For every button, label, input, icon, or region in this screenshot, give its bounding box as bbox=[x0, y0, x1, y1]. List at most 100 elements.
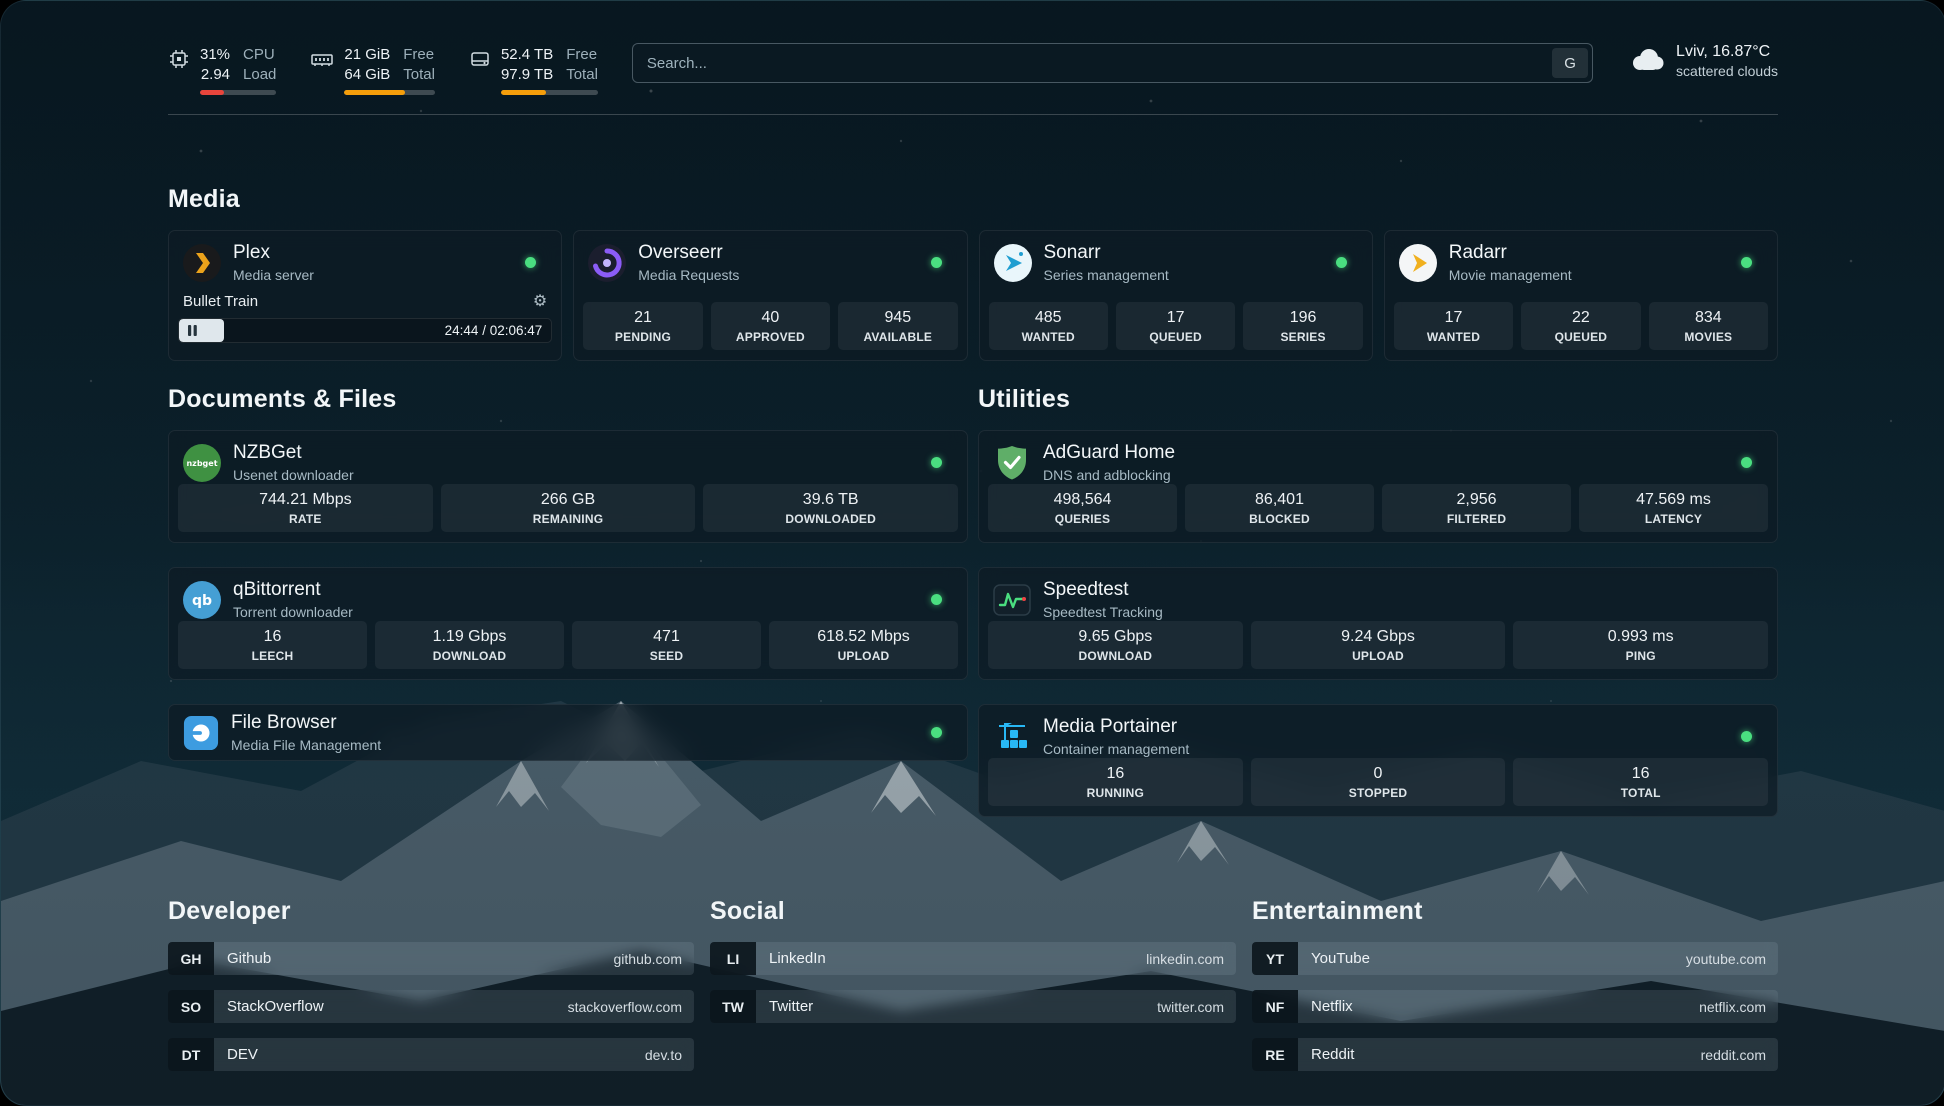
status-dot-nzbget bbox=[931, 457, 942, 468]
card-filebrowser[interactable]: File Browser Media File Management bbox=[168, 704, 968, 761]
card-plex[interactable]: Plex Media server Bullet Train ⚙ bbox=[168, 230, 562, 361]
app-name-sonarr: Sonarr bbox=[1044, 242, 1169, 264]
card-speedtest[interactable]: Speedtest Speedtest Tracking 9.65 Gbps D… bbox=[978, 567, 1778, 680]
section-title-developer: Developer bbox=[168, 897, 694, 926]
disk-total: 97.9 TB bbox=[501, 65, 553, 85]
card-adguard[interactable]: AdGuard Home DNS and adblocking 498,564 … bbox=[978, 430, 1778, 543]
memory-total: 64 GiB bbox=[344, 65, 390, 85]
svg-text:nzbget: nzbget bbox=[186, 459, 217, 468]
overseerr-icon bbox=[587, 243, 627, 283]
bookmark-netflix[interactable]: NF Netflix netflix.com bbox=[1252, 990, 1778, 1023]
cpu-usage-bar bbox=[200, 90, 276, 95]
stat-latency: 47.569 ms LATENCY bbox=[1579, 484, 1768, 532]
section-title-documents: Documents & Files bbox=[168, 385, 968, 414]
status-dot-sonarr bbox=[1336, 257, 1347, 268]
card-radarr[interactable]: Radarr Movie management 17 WANTED 22 QUE… bbox=[1384, 230, 1778, 361]
app-subtitle-sonarr: Series management bbox=[1044, 267, 1169, 283]
app-name-radarr: Radarr bbox=[1449, 242, 1572, 264]
app-name-qbittorrent: qBittorrent bbox=[233, 579, 353, 601]
app-subtitle-radarr: Movie management bbox=[1449, 267, 1572, 283]
column-utilities: Utilities AdGuard Home DNS and adblocki bbox=[978, 385, 1778, 841]
bookmarks-developer: Developer GH Github github.com SO StackO… bbox=[168, 897, 694, 1086]
pause-icon[interactable] bbox=[188, 325, 197, 336]
cpu-percent: 31% bbox=[200, 45, 230, 65]
section-title-entertainment: Entertainment bbox=[1252, 897, 1778, 926]
bookmark-abbr: DT bbox=[168, 1038, 214, 1071]
card-nzbget[interactable]: nzbget NZBGet Usenet downloader 744.21 M… bbox=[168, 430, 968, 543]
gear-icon[interactable]: ⚙ bbox=[533, 294, 547, 310]
stat-downloaded: 39.6 TB DOWNLOADED bbox=[703, 484, 958, 532]
bookmark-abbr: NF bbox=[1252, 990, 1298, 1023]
cpu-label-1: CPU bbox=[243, 45, 276, 65]
stat-approved: 40 APPROVED bbox=[711, 302, 830, 350]
stat-movies: 834 MOVIES bbox=[1649, 302, 1768, 350]
bookmark-name: DEV bbox=[214, 1046, 258, 1063]
card-sonarr[interactable]: Sonarr Series management 485 WANTED 17 Q… bbox=[979, 230, 1373, 361]
topbar-divider bbox=[168, 114, 1778, 115]
column-documents: Documents & Files nzbget NZBGet Usenet d bbox=[168, 385, 968, 841]
app-subtitle-overseerr: Media Requests bbox=[638, 267, 739, 283]
bookmark-name: StackOverflow bbox=[214, 998, 324, 1015]
app-subtitle-nzbget: Usenet downloader bbox=[233, 467, 354, 483]
bookmark-twitter[interactable]: TW Twitter twitter.com bbox=[710, 990, 1236, 1023]
bookmark-stackoverflow[interactable]: SO StackOverflow stackoverflow.com bbox=[168, 990, 694, 1023]
app-subtitle-adguard: DNS and adblocking bbox=[1043, 467, 1175, 483]
bookmark-abbr: SO bbox=[168, 990, 214, 1023]
status-dot-filebrowser bbox=[931, 727, 942, 738]
memory-free: 21 GiB bbox=[344, 45, 390, 65]
status-dot-portainer bbox=[1741, 731, 1752, 742]
topbar: 31% 2.94 CPU Load bbox=[168, 41, 1778, 99]
stat-queued: 17 QUEUED bbox=[1116, 302, 1235, 350]
bookmark-url: dev.to bbox=[645, 1047, 694, 1063]
card-portainer[interactable]: Media Portainer Container management 16 … bbox=[978, 704, 1778, 817]
bookmark-reddit[interactable]: RE Reddit reddit.com bbox=[1252, 1038, 1778, 1071]
status-dot-qbittorrent bbox=[931, 594, 942, 605]
bookmark-linkedin[interactable]: LI LinkedIn linkedin.com bbox=[710, 942, 1236, 975]
bookmark-url: linkedin.com bbox=[1146, 951, 1236, 967]
disk-label-1: Free bbox=[566, 45, 598, 65]
bookmark-abbr: TW bbox=[710, 990, 756, 1023]
memory-icon bbox=[310, 48, 334, 70]
app-subtitle-filebrowser: Media File Management bbox=[231, 737, 381, 753]
bookmark-abbr: RE bbox=[1252, 1038, 1298, 1071]
cloud-icon bbox=[1627, 45, 1665, 77]
weather-widget: Lviv, 16.87°C scattered clouds bbox=[1627, 43, 1778, 79]
stat-wanted: 485 WANTED bbox=[989, 302, 1108, 350]
status-dot-adguard bbox=[1741, 457, 1752, 468]
bookmark-abbr: GH bbox=[168, 942, 214, 975]
portainer-icon bbox=[992, 717, 1032, 757]
app-subtitle-portainer: Container management bbox=[1043, 741, 1189, 757]
bookmarks-grid: Developer GH Github github.com SO StackO… bbox=[168, 897, 1778, 1086]
disk-widget: 52.4 TB 97.9 TB Free Total bbox=[469, 45, 598, 95]
bookmark-youtube[interactable]: YT YouTube youtube.com bbox=[1252, 942, 1778, 975]
app-subtitle-qbittorrent: Torrent downloader bbox=[233, 604, 353, 620]
stat-upload: 9.24 Gbps UPLOAD bbox=[1251, 621, 1506, 669]
search-input[interactable] bbox=[633, 55, 1552, 72]
stat-stopped: 0 STOPPED bbox=[1251, 758, 1506, 806]
app-subtitle-plex: Media server bbox=[233, 267, 314, 283]
dashboard-screen: 31% 2.94 CPU Load bbox=[0, 0, 1944, 1106]
app-name-speedtest: Speedtest bbox=[1043, 579, 1163, 601]
app-name-filebrowser: File Browser bbox=[231, 712, 381, 734]
weather-location: Lviv, 16.87°C bbox=[1676, 43, 1778, 61]
nzbget-icon: nzbget bbox=[182, 443, 222, 483]
search-provider-button[interactable]: G bbox=[1552, 48, 1588, 78]
bookmark-name: Github bbox=[214, 950, 271, 967]
now-playing-title: Bullet Train bbox=[183, 293, 258, 310]
stat-ping: 0.993 ms PING bbox=[1513, 621, 1768, 669]
card-qbittorrent[interactable]: qb qBittorrent Torrent downloader 16 LEE… bbox=[168, 567, 968, 680]
bookmark-url: netflix.com bbox=[1699, 999, 1778, 1015]
status-dot-plex bbox=[525, 257, 536, 268]
plex-progress-bar[interactable]: 24:44 / 02:06:47 bbox=[178, 318, 552, 343]
search-bar: G bbox=[632, 43, 1593, 83]
card-overseerr[interactable]: Overseerr Media Requests 21 PENDING 40 A… bbox=[573, 230, 967, 361]
status-dot-overseerr bbox=[931, 257, 942, 268]
app-name-overseerr: Overseerr bbox=[638, 242, 739, 264]
bookmark-name: Twitter bbox=[756, 998, 813, 1015]
memory-usage-bar bbox=[344, 90, 435, 95]
bookmark-name: Netflix bbox=[1298, 998, 1353, 1015]
bookmark-url: twitter.com bbox=[1157, 999, 1236, 1015]
cpu-icon bbox=[168, 48, 190, 70]
bookmark-github[interactable]: GH Github github.com bbox=[168, 942, 694, 975]
bookmark-dev[interactable]: DT DEV dev.to bbox=[168, 1038, 694, 1071]
